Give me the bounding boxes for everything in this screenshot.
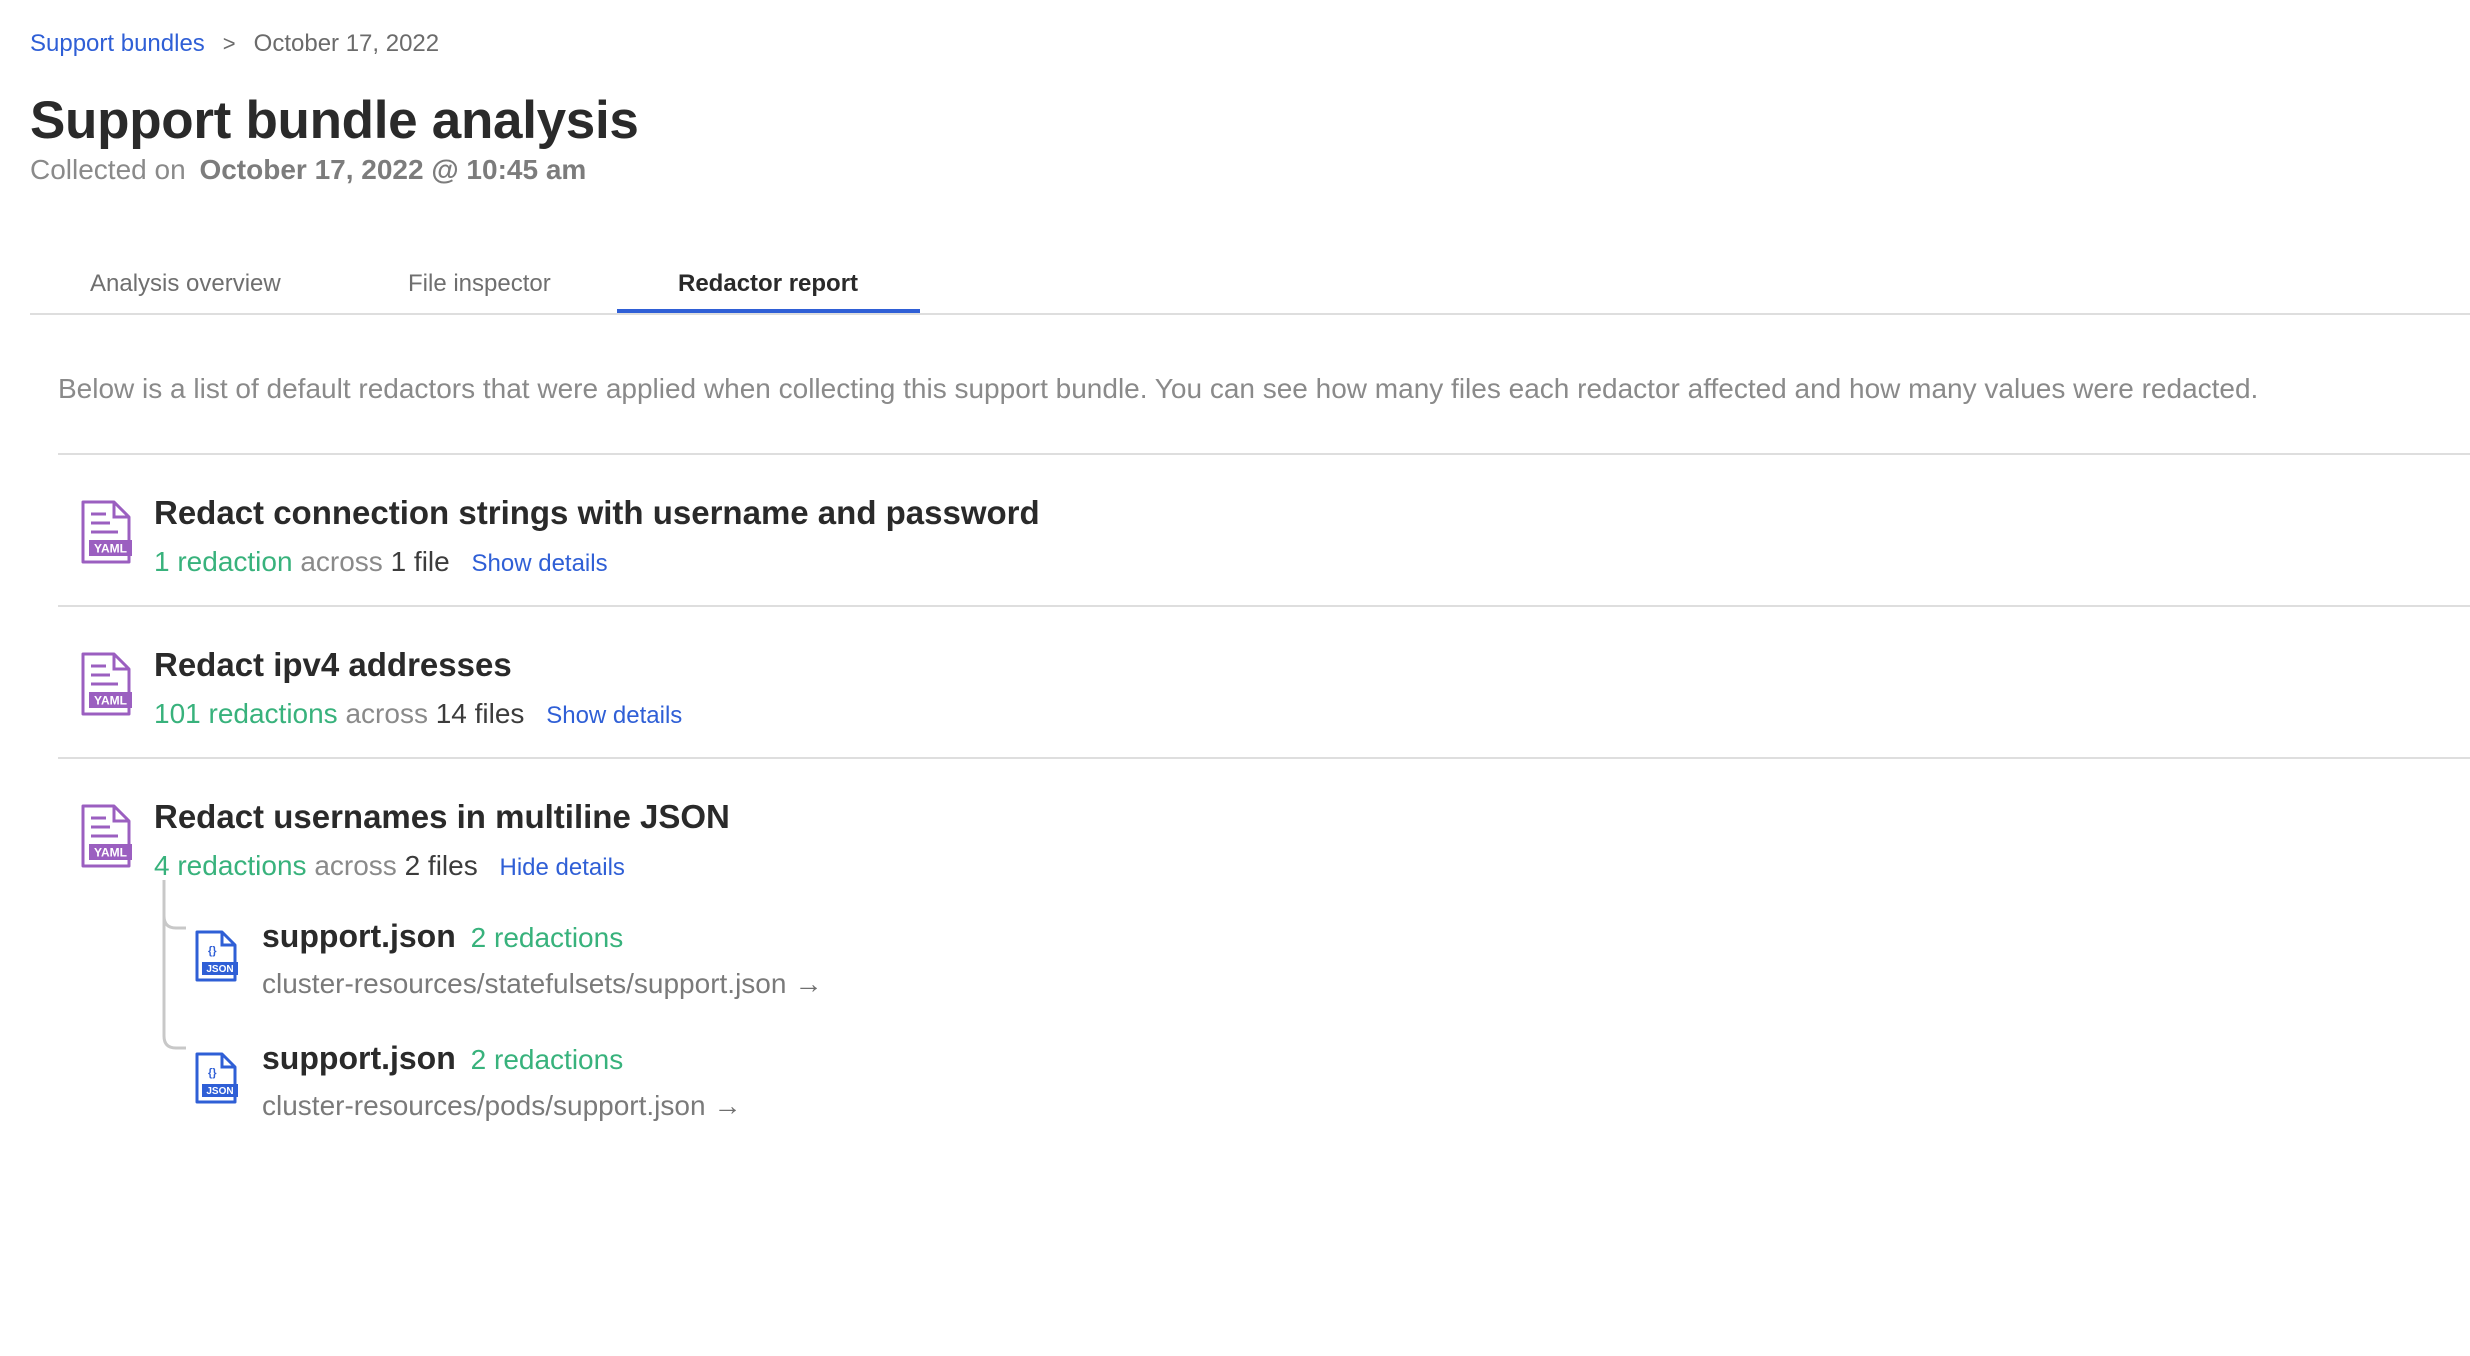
yaml-file-icon: YAML bbox=[81, 500, 132, 564]
yaml-file-icon: YAML bbox=[81, 652, 132, 716]
redactor-stats: 4 redactions across 2 files Hide details bbox=[154, 850, 625, 882]
json-file-icon: {} JSON bbox=[195, 1052, 238, 1104]
tab-redactor-report[interactable]: Redactor report bbox=[678, 270, 858, 298]
redactor-title: Redact usernames in multiline JSON bbox=[154, 798, 730, 835]
detail-file-name: support.json 2 redactions bbox=[262, 918, 623, 955]
tab-file-inspector[interactable]: File inspector bbox=[408, 270, 551, 298]
yaml-label: YAML bbox=[94, 694, 127, 708]
active-tab-indicator bbox=[617, 309, 920, 313]
file-redaction-count: 2 redactions bbox=[470, 922, 624, 953]
divider bbox=[58, 453, 2470, 455]
json-label: JSON bbox=[206, 964, 233, 975]
detail-file-name: support.json 2 redactions bbox=[262, 1040, 623, 1077]
file-path-link[interactable]: cluster-resources/statefulsets/support.j… bbox=[262, 968, 822, 1000]
breadcrumb-support-bundles-link[interactable]: Support bundles bbox=[30, 30, 205, 58]
file-count: 2 files bbox=[404, 850, 478, 881]
collected-date: October 17, 2022 @ 10:45 am bbox=[199, 154, 587, 185]
show-details-link[interactable]: Show details bbox=[546, 702, 682, 729]
file-path-link[interactable]: cluster-resources/pods/support.json → bbox=[262, 1090, 742, 1122]
redactor-item: YAML Redact ipv4 addresses 101 redaction… bbox=[58, 646, 2458, 772]
redactor-report-page: Support bundles > October 17, 2022 Suppo… bbox=[0, 0, 2470, 1356]
redactor-item: YAML Redact usernames in multiline JSON … bbox=[58, 798, 2458, 924]
redactor-title: Redact ipv4 addresses bbox=[154, 646, 512, 683]
yaml-label: YAML bbox=[94, 542, 127, 556]
breadcrumb-current: October 17, 2022 bbox=[253, 30, 440, 57]
across-label: across bbox=[300, 546, 383, 577]
file-name: support.json bbox=[262, 1040, 456, 1076]
yaml-label: YAML bbox=[94, 846, 127, 860]
file-count: 1 file bbox=[390, 546, 450, 577]
redactor-item: YAML Redact connection strings with user… bbox=[58, 494, 2458, 620]
file-path: cluster-resources/statefulsets/support.j… bbox=[262, 968, 787, 999]
json-file-icon: {} JSON bbox=[195, 930, 238, 982]
redaction-count: 1 redaction bbox=[154, 546, 293, 577]
file-count: 14 files bbox=[435, 698, 525, 729]
collected-on: Collected on October 17, 2022 @ 10:45 am bbox=[30, 154, 586, 186]
breadcrumb: Support bundles > October 17, 2022 bbox=[30, 30, 439, 58]
json-braces: {} bbox=[208, 1067, 217, 1079]
redaction-count: 4 redactions bbox=[154, 850, 307, 881]
across-label: across bbox=[345, 698, 428, 729]
json-braces: {} bbox=[208, 945, 217, 957]
collected-label: Collected on bbox=[30, 154, 186, 185]
json-label: JSON bbox=[206, 1086, 233, 1097]
breadcrumb-separator: > bbox=[222, 31, 236, 56]
redactor-stats: 1 redaction across 1 file Show details bbox=[154, 546, 608, 578]
show-details-link[interactable]: Show details bbox=[472, 550, 608, 577]
divider bbox=[58, 605, 2470, 607]
file-name: support.json bbox=[262, 918, 456, 954]
divider bbox=[58, 757, 2470, 759]
tab-analysis-overview[interactable]: Analysis overview bbox=[90, 270, 281, 298]
tab-bar: Analysis overview File inspector Redacto… bbox=[30, 260, 2470, 315]
page-title: Support bundle analysis bbox=[30, 91, 639, 150]
redactor-title: Redact connection strings with username … bbox=[154, 494, 1040, 531]
intro-text: Below is a list of default redactors tha… bbox=[58, 373, 2259, 404]
file-path: cluster-resources/pods/support.json bbox=[262, 1090, 706, 1121]
file-redaction-count: 2 redactions bbox=[470, 1044, 624, 1075]
arrow-right-icon: → bbox=[794, 968, 823, 999]
across-label: across bbox=[314, 850, 397, 881]
redaction-count: 101 redactions bbox=[154, 698, 338, 729]
tree-connector bbox=[162, 880, 186, 1050]
arrow-right-icon: → bbox=[713, 1090, 742, 1121]
yaml-file-icon: YAML bbox=[81, 804, 132, 868]
hide-details-link[interactable]: Hide details bbox=[500, 854, 625, 881]
redactor-stats: 101 redactions across 14 files Show deta… bbox=[154, 698, 682, 730]
